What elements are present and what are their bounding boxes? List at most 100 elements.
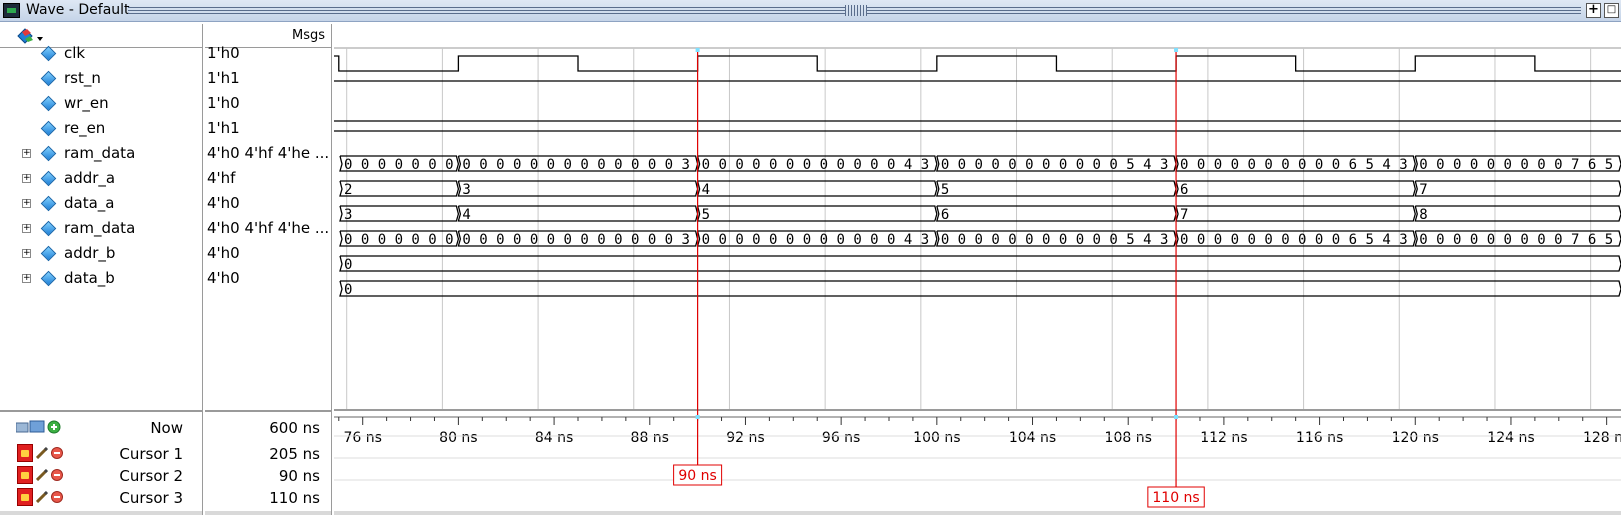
- now-value: 600 ns: [269, 419, 320, 437]
- bus-value: 0 0 0 0 0 0 0 0 0 0 0 0 4 3 2 1: [702, 232, 963, 248]
- signal-row[interactable]: + ram_data: [0, 142, 203, 167]
- signal-value-row[interactable]: 4'hf: [205, 167, 332, 192]
- signal-value-row[interactable]: 1'h0: [205, 92, 332, 117]
- lock-icon[interactable]: [17, 444, 33, 462]
- cursor-marker: [1174, 415, 1179, 419]
- signal-name: re_en: [64, 119, 106, 137]
- waveform-pane[interactable]: 0 0 0 0 0 0 0 0 ... 0 0 0 0 0 0 0 0 0 0 0…: [334, 24, 1621, 515]
- cursor-value-row: 205 ns: [205, 443, 332, 465]
- signal-diamond-icon: [40, 245, 57, 262]
- cursor-value[interactable]: 110 ns: [269, 489, 320, 507]
- signal-value-row[interactable]: 4'h0 4'hf 4'he ...: [205, 142, 332, 167]
- cursor-row[interactable]: Cursor 1: [0, 443, 203, 465]
- values-pane: Msgs 1'h0 1'h1 1'h0 1'h1 4'h0 4'hf 4'he ... 4…: [205, 24, 332, 515]
- signal-names-pane: clk rst_n wr_en re_en + ram_data + addr_a + data_…: [0, 24, 203, 515]
- wave-scrollbar[interactable]: [334, 511, 1621, 515]
- signal-diamond-icon: [40, 120, 57, 137]
- cursor-row[interactable]: Cursor 3: [0, 487, 203, 509]
- timeline-tick-label: 116 ns: [1296, 430, 1343, 446]
- lock-icon[interactable]: [17, 488, 33, 506]
- bus-outline: [339, 280, 1621, 297]
- signal-name: addr_a: [64, 169, 116, 187]
- bus-segment: 3: [339, 205, 460, 223]
- signal-value-row[interactable]: 4'h0 4'hf 4'he ...: [205, 217, 332, 242]
- signal-row[interactable]: rst_n: [0, 67, 203, 92]
- now-label: Now: [150, 419, 183, 437]
- signal-value-row[interactable]: 4'h0: [205, 267, 332, 292]
- signal-value-row[interactable]: 4'h0: [205, 192, 332, 217]
- expand-icon[interactable]: +: [22, 249, 31, 258]
- cursor-label: Cursor 1: [119, 445, 183, 463]
- remove-cursor-icon[interactable]: [51, 469, 63, 481]
- expand-icon[interactable]: +: [22, 224, 31, 233]
- remove-cursor-icon[interactable]: [51, 491, 63, 503]
- msgs-header-label: Msgs: [291, 28, 325, 43]
- lock-icon[interactable]: [17, 466, 33, 484]
- now-row: Now: [0, 417, 203, 439]
- signal-row[interactable]: re_en: [0, 117, 203, 142]
- cursor-value-row: 90 ns: [205, 465, 332, 487]
- pencil-icon[interactable]: [36, 447, 48, 459]
- signal-row[interactable]: wr_en: [0, 92, 203, 117]
- timeline-tick-label: 80 ns: [439, 430, 477, 446]
- pane-divider: [205, 410, 331, 412]
- timeline-tick-label: 108 ns: [1105, 430, 1152, 446]
- cursor-value[interactable]: 205 ns: [269, 445, 320, 463]
- cursor-row[interactable]: Cursor 2: [0, 465, 203, 487]
- expand-icon[interactable]: +: [22, 274, 31, 283]
- bus-outline: [457, 205, 699, 222]
- timeline-tick-label: 76 ns: [343, 430, 381, 446]
- timeline-tick-label: 112 ns: [1200, 430, 1247, 446]
- signal-row[interactable]: + data_b: [0, 267, 203, 292]
- bus-value: 0 0 0 0 0 0 0 0 0 0 0 0 0 3 2 1: [462, 232, 723, 248]
- expand-icon[interactable]: +: [22, 199, 31, 208]
- undock-button[interactable]: □: [1604, 3, 1619, 18]
- signal-row[interactable]: + ram_data: [0, 217, 203, 242]
- drag-handle[interactable]: [845, 5, 867, 16]
- bus-segment: 0 0 0 0 0 0 0 0 0 0 6 5 4 3 2 1: [1175, 230, 1416, 248]
- bus-segment: 0 0 0 0 0 0 0 0 0 0 0 0 4 3 2 1: [696, 230, 963, 248]
- timeline-tick-label: 100 ns: [913, 430, 960, 446]
- names-scrollbar[interactable]: [0, 511, 202, 515]
- values-scrollbar[interactable]: [205, 511, 331, 515]
- cursor-value[interactable]: 90 ns: [279, 467, 320, 485]
- signal-value-row[interactable]: 1'h1: [205, 117, 332, 142]
- bus-segment: 0 0 0 0 0 0 0 0 0 0 0 0 0 3 2 1: [457, 230, 723, 248]
- bus-value: 8: [1419, 207, 1427, 223]
- signal-row[interactable]: + data_a: [0, 192, 203, 217]
- cursor-marker: [695, 415, 700, 419]
- bus-outline: [1414, 180, 1621, 197]
- bus-value: 4: [702, 182, 710, 198]
- signal-value: 4'h0: [207, 269, 240, 287]
- signal-value: 1'h1: [207, 119, 240, 137]
- pencil-icon[interactable]: [36, 469, 48, 481]
- signal-name: ram_data: [64, 144, 136, 162]
- signal-row[interactable]: clk: [0, 42, 203, 67]
- pane-divider: [0, 410, 202, 412]
- expand-icon[interactable]: +: [22, 174, 31, 183]
- signal-diamond-icon: [40, 220, 57, 237]
- bus-value: 4: [462, 207, 470, 223]
- bus-segment: 0: [339, 255, 1621, 273]
- signal-value: 4'h0 4'hf 4'he ...: [207, 144, 329, 162]
- bus-segment: 0 0 0 0 0 0 0 0 0 7 6 5 4 ...: [1414, 155, 1621, 173]
- signal-value-row[interactable]: 1'h1: [205, 67, 332, 92]
- bus-outline: [935, 205, 1177, 222]
- pencil-icon[interactable]: [36, 491, 48, 503]
- expand-icon[interactable]: +: [22, 149, 31, 158]
- waveform-canvas[interactable]: 0 0 0 0 0 0 0 0 ...0 0 0 0 0 0 0 0 0 0 0…: [334, 24, 1621, 515]
- cursor-value-row: 110 ns: [205, 487, 332, 509]
- signal-row[interactable]: + addr_b: [0, 242, 203, 267]
- timeline-tick-label: 92 ns: [726, 430, 764, 446]
- signal-value: 1'h0: [207, 94, 240, 112]
- bus-segment: 0 0 0 0 0 0 0 0 0 0 0 5 4 3 2 1: [935, 230, 1177, 248]
- bus-outline: [1175, 180, 1416, 197]
- add-pane-button[interactable]: +: [1586, 3, 1601, 18]
- remove-cursor-icon[interactable]: [51, 447, 63, 459]
- signal-row[interactable]: + addr_a: [0, 167, 203, 192]
- timeline-tick-label: 124 ns: [1487, 430, 1534, 446]
- signal-value-row[interactable]: 4'h0: [205, 242, 332, 267]
- now-tools-icon[interactable]: [16, 419, 62, 435]
- signal-value-row[interactable]: 1'h0: [205, 42, 332, 67]
- signal-diamond-icon: [40, 45, 57, 62]
